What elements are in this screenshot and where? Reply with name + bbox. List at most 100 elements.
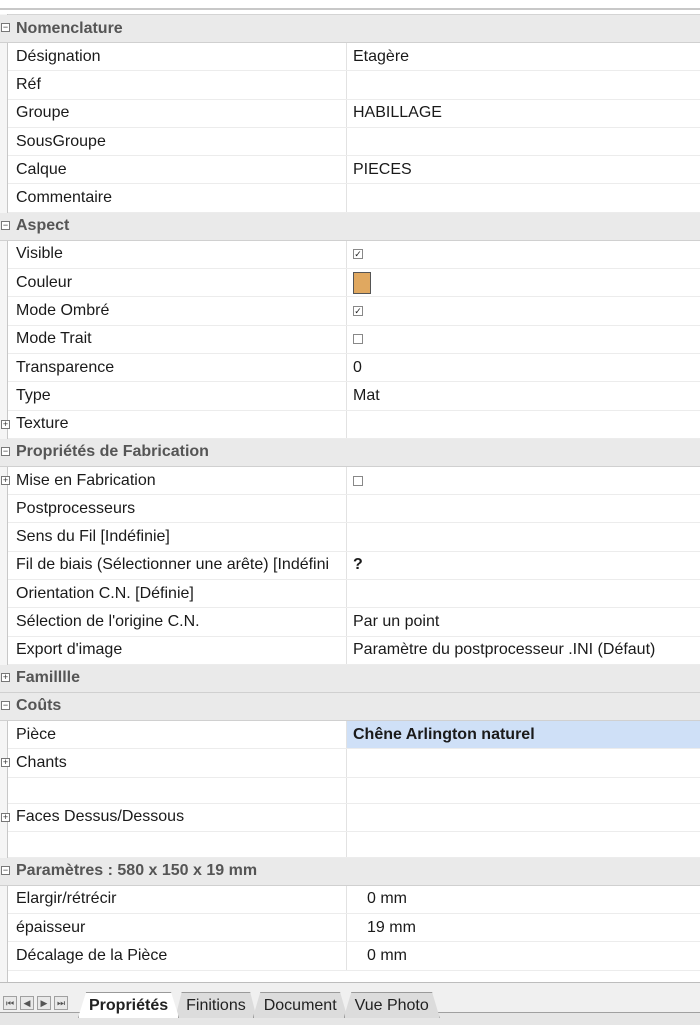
property-name: Décalage de la Pièce [8, 942, 347, 970]
property-name: Couleur [8, 269, 347, 297]
category-fabrication[interactable]: − Propriétés de Fabrication [0, 438, 700, 467]
collapse-icon[interactable]: − [1, 446, 10, 456]
category-famille[interactable]: + Familllle [0, 664, 700, 693]
property-value[interactable] [347, 523, 700, 550]
property-row-sens-du-fil[interactable]: Sens du Fil [Indéfinie] [8, 523, 700, 552]
property-row-chants[interactable]: + Chants [1, 749, 700, 778]
property-row-texture[interactable]: + Texture [1, 410, 700, 439]
property-value[interactable]: Par un point [347, 608, 700, 635]
mode-ombre-checkbox[interactable]: ✓ [353, 306, 363, 317]
property-name: Export d'image [8, 636, 347, 664]
next-icon[interactable]: ▶ [37, 996, 51, 1010]
property-row-blank [8, 777, 700, 804]
property-name: Sens du Fil [Indéfinie] [8, 523, 347, 551]
property-row-type[interactable]: Type Mat [8, 382, 700, 411]
property-name [8, 831, 347, 857]
category-aspect[interactable]: − Aspect [0, 212, 700, 241]
category-label: Paramètres : 580 x 150 x 19 mm [16, 862, 258, 880]
property-value[interactable]: Mat [347, 382, 700, 409]
property-row-fil-de-biais[interactable]: Fil de biais (Sélectionner une arête) [I… [8, 551, 700, 581]
property-row-faces[interactable]: + Faces Dessus/Dessous [1, 803, 700, 832]
prev-icon[interactable]: ◀ [20, 996, 34, 1010]
property-row-mise-en-fabrication[interactable]: + Mise en Fabrication [1, 466, 700, 496]
collapse-icon[interactable]: − [1, 23, 10, 32]
property-value[interactable] [347, 495, 700, 522]
property-value[interactable] [347, 184, 700, 211]
category-parametres[interactable]: − Paramètres : 580 x 150 x 19 mm [0, 857, 700, 886]
property-row-ref[interactable]: Réf [8, 71, 700, 100]
property-value[interactable] [347, 71, 700, 98]
property-value[interactable]: Paramètre du postprocesseur .INI (Défaut… [347, 637, 700, 664]
property-name: Réf [8, 71, 347, 99]
mode-trait-checkbox[interactable] [353, 334, 363, 345]
property-value[interactable] [347, 128, 700, 155]
property-row-origine[interactable]: Sélection de l'origine C.N. Par un point [8, 608, 700, 637]
color-swatch[interactable] [353, 271, 371, 294]
tab-vue-photo[interactable]: Vue Photo [343, 992, 440, 1018]
property-name: Mode Trait [8, 325, 347, 353]
property-value[interactable]: ? [347, 552, 700, 579]
collapse-icon[interactable]: − [1, 865, 10, 875]
property-row-couleur[interactable]: Couleur [8, 269, 700, 298]
category-label: Aspect [16, 217, 70, 235]
property-row-postprocesseurs[interactable]: Postprocesseurs [8, 495, 700, 524]
expand-icon[interactable]: + [1, 758, 10, 768]
property-name: Calque [8, 156, 347, 184]
property-name: Type [8, 382, 347, 410]
category-label: Coûts [16, 697, 62, 715]
property-value[interactable]: 0 mm [347, 886, 700, 913]
property-name: Elargir/rétrécir [8, 885, 347, 914]
property-value[interactable]: Etagère [347, 43, 700, 70]
last-icon[interactable]: ⏭ [54, 996, 68, 1010]
property-row-commentaire[interactable]: Commentaire [8, 184, 700, 213]
property-row-calque[interactable]: Calque PIECES [8, 156, 700, 185]
property-grid: − Nomenclature Désignation Etagère Réf G… [0, 14, 700, 971]
tab-finitions[interactable]: Finitions [175, 992, 257, 1018]
first-icon[interactable]: ⏮ [3, 996, 17, 1010]
property-value[interactable] [347, 411, 700, 438]
property-row-sousgroupe[interactable]: SousGroupe [8, 127, 700, 157]
category-couts[interactable]: − Coûts [0, 692, 700, 721]
category-nomenclature[interactable]: − Nomenclature [0, 15, 700, 43]
property-name: épaisseur [8, 914, 347, 942]
property-row-designation[interactable]: Désignation Etagère [8, 43, 700, 72]
top-separator [0, 0, 700, 10]
property-name: Orientation C.N. [Définie] [8, 580, 347, 608]
property-name: Texture [8, 410, 347, 438]
expand-icon[interactable]: + [1, 475, 10, 485]
property-value [347, 326, 700, 353]
property-value[interactable] [347, 804, 700, 831]
property-value[interactable]: 19 mm [347, 914, 700, 941]
property-value[interactable]: Chêne Arlington naturel [347, 720, 700, 749]
collapse-icon[interactable]: − [1, 700, 10, 710]
tab-document[interactable]: Document [252, 992, 348, 1018]
property-value[interactable]: PIECES [347, 156, 700, 183]
property-row-visible[interactable]: Visible ✓ [8, 240, 700, 270]
visible-checkbox[interactable]: ✓ [353, 249, 363, 260]
property-value[interactable]: 0 [347, 354, 700, 381]
expand-icon[interactable]: + [1, 419, 10, 429]
property-row-epaisseur[interactable]: épaisseur 19 mm [8, 914, 700, 943]
property-value[interactable]: 0 mm [347, 942, 700, 969]
property-row-piece[interactable]: Pièce Chêne Arlington naturel [8, 720, 700, 750]
property-value [347, 467, 700, 494]
property-value[interactable]: HABILLAGE [347, 100, 700, 127]
property-value[interactable] [347, 749, 700, 776]
property-row-groupe[interactable]: Groupe HABILLAGE [8, 99, 700, 128]
tab-proprietes[interactable]: Propriétés [78, 992, 180, 1018]
expand-icon[interactable]: + [1, 812, 10, 822]
property-row-transparence[interactable]: Transparence 0 [8, 353, 700, 383]
collapse-icon[interactable]: − [1, 220, 10, 230]
property-value[interactable] [347, 580, 700, 607]
mise-en-fabrication-checkbox[interactable] [353, 475, 363, 486]
property-row-mode-trait[interactable]: Mode Trait [8, 325, 700, 354]
property-row-mode-ombre[interactable]: Mode Ombré ✓ [8, 297, 700, 326]
property-name: Fil de biais (Sélectionner une arête) [I… [8, 551, 347, 580]
property-row-orientation[interactable]: Orientation C.N. [Définie] [8, 580, 700, 609]
property-row-decalage[interactable]: Décalage de la Pièce 0 mm [8, 942, 700, 971]
property-row-elargir[interactable]: Elargir/rétrécir 0 mm [8, 885, 700, 915]
expand-icon[interactable]: + [1, 672, 10, 682]
property-name: Chants [8, 749, 347, 777]
property-row-export[interactable]: Export d'image Paramètre du postprocesse… [8, 636, 700, 665]
property-name: Visible [8, 240, 347, 269]
